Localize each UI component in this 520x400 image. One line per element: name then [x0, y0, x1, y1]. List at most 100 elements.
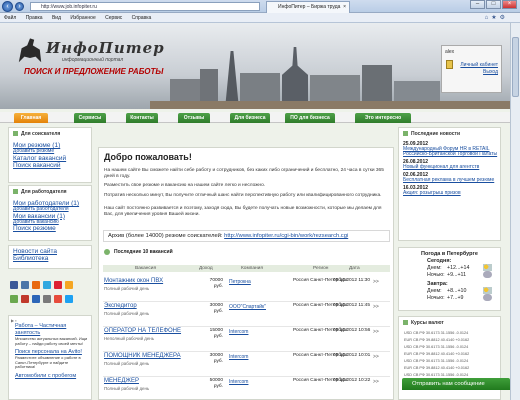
news-box: Последние новости 25.09.2012 Международн…	[398, 127, 501, 241]
forward-icon[interactable]: ›	[15, 2, 24, 11]
job-title[interactable]: Монтажник окон ПВХ	[104, 278, 163, 284]
cloud-icon	[483, 294, 492, 301]
job-open-button[interactable]: >>	[373, 304, 379, 310]
menu-edit[interactable]: Правка	[26, 15, 43, 21]
site-logo[interactable]: ИнфоПитер информационный портал ПОИСК И …	[18, 37, 168, 87]
tab-reviews[interactable]: Отзывы	[178, 113, 210, 123]
close-window-icon[interactable]: ×	[502, 0, 517, 9]
job-title[interactable]: МЕНЕДЖЕР	[104, 378, 139, 384]
table-row: Монтажник окон ПВХ Полный рабочий день 7…	[103, 276, 390, 302]
menu-favorites[interactable]: Избранное	[70, 15, 95, 21]
back-icon[interactable]: ‹	[2, 1, 13, 12]
send-message-button[interactable]: Отправить нам сообщение	[402, 378, 510, 390]
jobs-table-header: Вакансия Доход Компания Регион Дата	[103, 265, 390, 272]
job-company[interactable]: Intercom	[229, 354, 248, 360]
ad-3-title[interactable]: Автомобили с пробегом	[11, 373, 89, 380]
vk-icon[interactable]	[21, 281, 29, 289]
vacancy-search-link[interactable]: Поиск вакансий	[9, 162, 91, 169]
job-title[interactable]: Экспедитор	[104, 303, 137, 309]
livejournal-icon[interactable]	[10, 295, 18, 303]
share-icon[interactable]	[65, 295, 73, 303]
social-icons	[8, 273, 92, 321]
weather-night2-value: +7...+9	[447, 295, 464, 301]
resume-search-link[interactable]: Поиск резюме	[9, 225, 91, 232]
weather-night1-label: Ночью:	[427, 272, 445, 278]
tab-business[interactable]: Для бизнеса	[230, 113, 270, 123]
job-company[interactable]: ООО"Спартайк"	[229, 304, 266, 310]
site-news-link[interactable]: Новости сайта	[9, 248, 91, 255]
address-bar[interactable]: http://www.job.infopiter.ru	[30, 2, 260, 11]
odnoklassniki-icon[interactable]	[32, 281, 40, 289]
logout-link[interactable]: Выход	[456, 69, 498, 75]
rss-icon[interactable]	[65, 281, 73, 289]
browser-titlebar: ‹ › http://www.job.infopiter.ru ИнфоПите…	[0, 0, 520, 13]
job-open-button[interactable]: >>	[373, 354, 379, 360]
intro-p2: Разместить свое резюме и вакансию на наш…	[104, 183, 266, 188]
weather-day2-label: Днем:	[427, 288, 442, 294]
logo-subtitle: ПОИСК И ПРЕДЛОЖЕНИЕ РАБОТЫ	[24, 67, 164, 76]
job-open-button[interactable]: >>	[373, 279, 379, 285]
news-link[interactable]: Новый функционал для агентств	[399, 165, 500, 170]
main-content: Добро пожаловать! На нашем сайте Вы смож…	[98, 147, 394, 400]
archive-box: Архив (более 14000) резюме соискателей: …	[103, 230, 390, 242]
tab-software[interactable]: ПО для бизнеса	[285, 113, 335, 123]
facebook-icon[interactable]	[10, 281, 18, 289]
job-title[interactable]: ОПЕРАТОР НА ТЕЛЕФОНЕ	[104, 328, 181, 334]
cloud-icon	[483, 271, 492, 278]
job-company[interactable]: Intercom	[229, 329, 248, 335]
toolbar-icons[interactable]: ⌂★⚙	[485, 13, 508, 23]
col-company: Компания	[241, 266, 263, 271]
tab-services[interactable]: Сервисы	[74, 113, 106, 123]
applicants-title: Для соискателя	[9, 128, 91, 139]
news-link[interactable]: Бесплатная реклама в лучшем резюме	[399, 178, 500, 183]
menu-file[interactable]: Файл	[4, 15, 16, 21]
google-icon[interactable]	[21, 295, 29, 303]
weather-box: Погода в Петербурге Сегодня: Днем: +12..…	[398, 247, 501, 311]
job-date: 05.10.2012 10:01	[333, 353, 371, 358]
mailru-icon[interactable]	[54, 281, 62, 289]
browser-tab[interactable]: ИнфоПитер – Биржа труда ×	[266, 1, 350, 13]
archive-link[interactable]: http://www.infopiter.ru/cgi-bin/work/rez…	[224, 233, 348, 239]
menu-help[interactable]: Справка	[132, 15, 152, 21]
weather-night2-label: Ночью:	[427, 295, 445, 301]
rate-row: USD CB РФ 30.6173 31.1556 -0.0124	[404, 373, 469, 377]
menu-view[interactable]: Вид	[52, 15, 61, 21]
rate-row: EUR CB РФ 39.8812 40.4140 +0.0162	[404, 366, 470, 370]
col-region: Регион	[313, 266, 329, 271]
mail-icon[interactable]	[43, 295, 51, 303]
tab-contacts[interactable]: Контакты	[126, 113, 158, 123]
news-link[interactable]: Акция: розыгрыш призов	[399, 191, 500, 196]
job-title[interactable]: ПОМОЩНИК МЕНЕДЖЕРА	[104, 353, 181, 359]
ad-1-text: Множество актуальных вакансий. Ищи работ…	[15, 336, 88, 346]
intro-p1: На нашем сайте Вы сможете найти себе раб…	[104, 168, 384, 179]
maximize-icon[interactable]: □	[486, 0, 501, 9]
cabinet-link[interactable]: Личный кабинет	[456, 62, 498, 68]
weather-day1-label: Днем:	[427, 265, 442, 271]
job-open-button[interactable]: >>	[373, 329, 379, 335]
bookmark-icon[interactable]	[54, 295, 62, 303]
menu-tools[interactable]: Сервис	[105, 15, 122, 21]
site-links-box: Новости сайта Библиотека	[8, 245, 92, 269]
job-employment: Полный рабочий день	[104, 361, 150, 366]
news-link[interactable]: Международный Форум HR в RETAIL Российск…	[399, 147, 500, 157]
library-link[interactable]: Библиотека	[9, 255, 91, 262]
job-company[interactable]: Intercom	[229, 379, 248, 385]
vacancy-catalog-link[interactable]: Каталог вакансий	[9, 155, 91, 162]
job-date: 05.10.2012 10:22	[333, 378, 371, 383]
minimize-icon[interactable]: –	[470, 0, 485, 9]
col-date: Дата	[349, 266, 360, 271]
intro-p3: Потратив несколько минут, Вы получите от…	[104, 193, 382, 198]
intro-p4: Наш сайт постоянно развивается и поэтому…	[104, 206, 382, 217]
job-company[interactable]: Петрокна	[229, 279, 251, 285]
tab-interesting[interactable]: Это интересно	[355, 113, 411, 123]
scrollbar-thumb[interactable]	[512, 37, 519, 97]
close-tab-icon[interactable]: ×	[343, 2, 346, 13]
rate-row: USD CB РФ 30.6173 31.1556 -0.0124	[404, 359, 469, 363]
ad-1-title[interactable]: Работа – Частичная занятость	[11, 323, 89, 337]
tab-home[interactable]: Главная	[14, 113, 48, 123]
job-salary: 30000 руб.	[209, 303, 223, 314]
liveinternet-icon[interactable]	[32, 295, 40, 303]
twitter-icon[interactable]	[43, 281, 51, 289]
vertical-scrollbar[interactable]	[510, 23, 520, 400]
job-open-button[interactable]: >>	[373, 379, 379, 385]
